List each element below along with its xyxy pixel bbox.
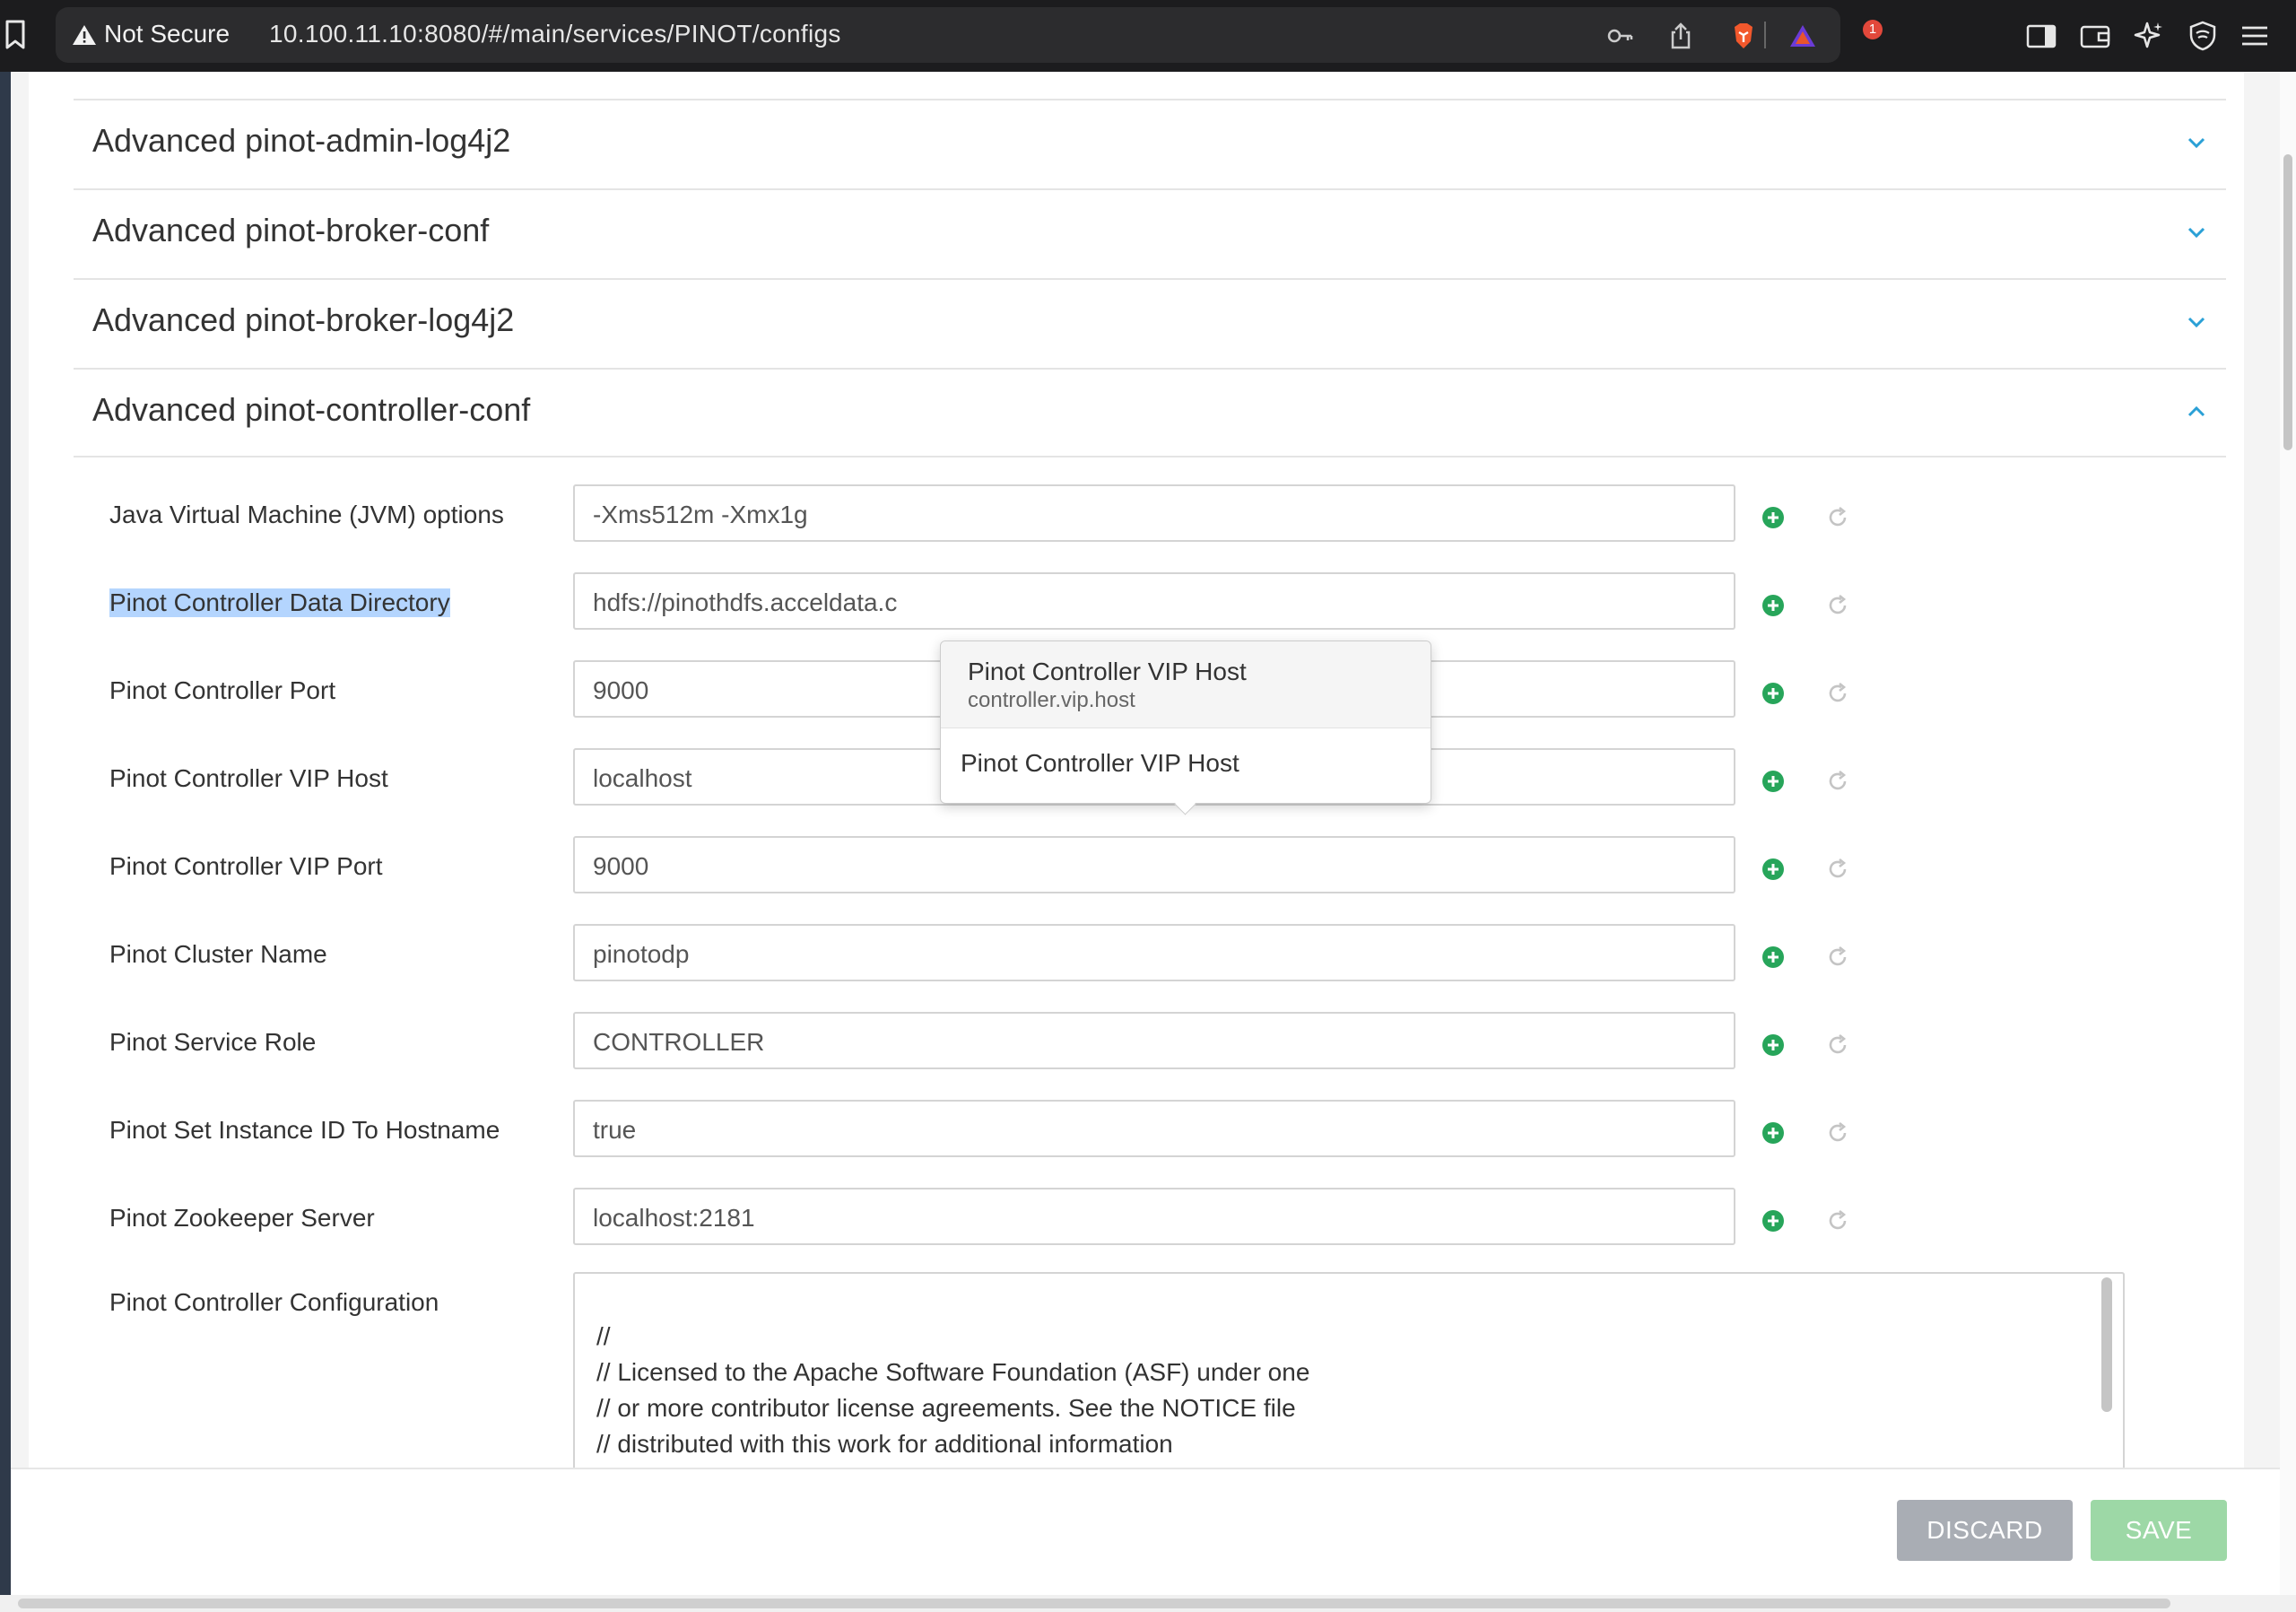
bookmark-icon[interactable]	[4, 20, 27, 50]
tooltip-arrow	[1174, 793, 1196, 815]
config-label-zookeeper-server: Pinot Zookeeper Server	[109, 1204, 375, 1232]
field-value: true	[593, 1116, 637, 1144]
add-override-icon[interactable]	[1761, 769, 1786, 794]
scrollbar-thumb[interactable]	[18, 1599, 2170, 1608]
data-directory-input[interactable]: hdfs://pinothdfs.acceldata.c	[573, 572, 1735, 630]
section-pinot-broker-log4j2[interactable]: Advanced pinot-broker-log4j2	[74, 278, 2226, 368]
chevron-down-icon[interactable]	[2183, 129, 2210, 156]
leo-ai-icon[interactable]	[2133, 20, 2165, 52]
notification-badge: 1	[1863, 20, 1883, 39]
section-title[interactable]: Advanced pinot-broker-conf	[92, 212, 489, 249]
config-label-vip-host: Pinot Controller VIP Host	[109, 764, 388, 792]
controller-configuration-textarea[interactable]: // // Licensed to the Apache Software Fo…	[573, 1272, 2125, 1471]
add-override-icon[interactable]	[1761, 857, 1786, 882]
add-override-icon[interactable]	[1761, 1120, 1786, 1146]
config-label-service-role: Pinot Service Role	[109, 1028, 317, 1056]
discard-button[interactable]: DISCARD	[1897, 1500, 2073, 1561]
field-value: 9000	[593, 852, 649, 880]
field-value: -Xms512m -Xmx1g	[593, 501, 808, 528]
url-text[interactable]: 10.100.11.10:8080/#/main/services/PINOT/…	[269, 20, 841, 48]
field-value: hdfs://pinothdfs.acceldata.c	[593, 588, 898, 616]
add-override-icon[interactable]	[1761, 681, 1786, 706]
page-gutter-left	[11, 72, 29, 1597]
field-value: CONTROLLER	[593, 1028, 765, 1056]
section-title[interactable]: Advanced pinot-broker-log4j2	[92, 301, 514, 339]
tooltip-property-name: controller.vip.host	[968, 688, 1135, 712]
configs-panel: Advanced pinot-admin-log4j2 Advanced pin…	[29, 72, 2244, 1471]
config-label-controller-configuration: Pinot Controller Configuration	[109, 1288, 439, 1316]
property-tooltip: Pinot Controller VIP Host controller.vip…	[940, 640, 1431, 815]
wallet-icon[interactable]	[2079, 20, 2111, 52]
chevron-down-icon[interactable]	[2183, 309, 2210, 335]
page-gutter-right	[2244, 72, 2280, 1597]
app-left-edge	[0, 72, 11, 1597]
undo-icon[interactable]	[1825, 769, 1850, 794]
add-override-icon[interactable]	[1761, 505, 1786, 530]
textarea-line: // distributed with this work for additi…	[596, 1430, 1173, 1458]
undo-icon[interactable]	[1825, 505, 1850, 530]
warning-icon	[73, 25, 96, 45]
undo-icon[interactable]	[1825, 945, 1850, 970]
config-label-controller-port: Pinot Controller Port	[109, 676, 336, 704]
config-label-vip-port: Pinot Controller VIP Port	[109, 852, 383, 880]
scrollbar-thumb[interactable]	[2283, 154, 2292, 450]
undo-icon[interactable]	[1825, 857, 1850, 882]
add-override-icon[interactable]	[1761, 593, 1786, 618]
browser-toolbar: Not Secure 10.100.11.10:8080/#/main/serv…	[0, 0, 2296, 72]
key-icon[interactable]	[1605, 22, 1634, 50]
service-role-input[interactable]: CONTROLLER	[573, 1012, 1735, 1069]
security-status[interactable]: Not Secure	[104, 20, 230, 48]
add-override-icon[interactable]	[1761, 1033, 1786, 1058]
section-divider	[74, 456, 2226, 457]
share-icon[interactable]	[1666, 22, 1695, 50]
save-button[interactable]: SAVE	[2091, 1500, 2227, 1561]
instance-id-hostname-input[interactable]: true	[573, 1100, 1735, 1157]
config-label-data-directory: Pinot Controller Data Directory	[109, 588, 450, 617]
config-label-cluster-name: Pinot Cluster Name	[109, 940, 327, 968]
section-pinot-broker-conf[interactable]: Advanced pinot-broker-conf	[74, 188, 2226, 278]
config-footer: DISCARD SAVE	[11, 1468, 2280, 1599]
vpn-shield-icon[interactable]	[2187, 20, 2219, 52]
undo-icon[interactable]	[1825, 681, 1850, 706]
horizontal-scrollbar[interactable]	[0, 1595, 2296, 1612]
brave-shield-icon[interactable]	[1729, 22, 1758, 50]
undo-icon[interactable]	[1825, 1120, 1850, 1146]
toolbar-divider	[1764, 22, 1766, 48]
field-value: pinotodp	[593, 940, 690, 968]
cluster-name-input[interactable]: pinotodp	[573, 924, 1735, 981]
undo-icon[interactable]	[1825, 1208, 1850, 1233]
address-bar[interactable]: Not Secure 10.100.11.10:8080/#/main/serv…	[56, 7, 1883, 63]
chevron-down-icon[interactable]	[2183, 219, 2210, 246]
jvm-options-input[interactable]: -Xms512m -Xmx1g	[573, 484, 1735, 542]
section-title[interactable]: Advanced pinot-controller-conf	[92, 391, 530, 429]
sidebar-toggle-icon[interactable]	[2025, 20, 2057, 52]
add-override-icon[interactable]	[1761, 945, 1786, 970]
field-value: 9000	[593, 676, 649, 704]
textarea-scrollbar-thumb[interactable]	[2101, 1277, 2112, 1412]
vertical-scrollbar[interactable]	[2280, 72, 2296, 1597]
textarea-line: // or more contributor license agreement…	[596, 1394, 1296, 1422]
config-label-jvm-options: Java Virtual Machine (JVM) options	[109, 501, 504, 528]
undo-icon[interactable]	[1825, 1033, 1850, 1058]
zookeeper-server-input[interactable]: localhost:2181	[573, 1188, 1735, 1245]
section-pinot-admin-log4j2[interactable]: Advanced pinot-admin-log4j2	[74, 99, 2226, 188]
section-title[interactable]: Advanced pinot-admin-log4j2	[92, 122, 510, 160]
config-label-instance-id-hostname: Pinot Set Instance ID To Hostname	[109, 1116, 500, 1144]
tooltip-title: Pinot Controller VIP Host	[968, 658, 1247, 685]
menu-icon[interactable]	[2239, 20, 2271, 52]
field-value: localhost	[593, 764, 692, 792]
brave-rewards-icon[interactable]	[1788, 22, 1817, 50]
vip-port-input[interactable]: 9000	[573, 836, 1735, 893]
textarea-line: //	[596, 1322, 611, 1350]
chevron-up-icon[interactable]	[2183, 398, 2210, 425]
undo-icon[interactable]	[1825, 593, 1850, 618]
section-pinot-controller-conf[interactable]: Advanced pinot-controller-conf	[74, 368, 2226, 457]
tooltip-description: Pinot Controller VIP Host	[961, 749, 1239, 777]
textarea-line: // Licensed to the Apache Software Found…	[596, 1358, 1310, 1386]
add-override-icon[interactable]	[1761, 1208, 1786, 1233]
field-value: localhost:2181	[593, 1204, 755, 1232]
